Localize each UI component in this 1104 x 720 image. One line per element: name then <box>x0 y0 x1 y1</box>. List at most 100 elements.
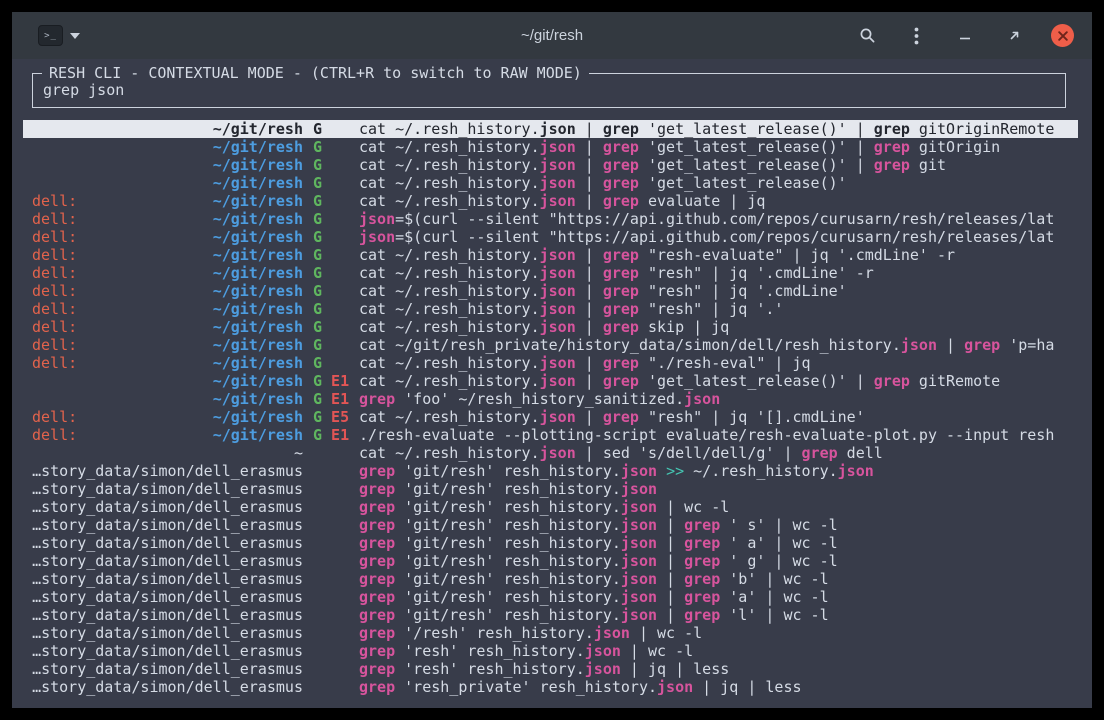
command-segment: gitRemote <box>910 372 1000 390</box>
command-segment: json <box>621 480 657 498</box>
restore-button[interactable] <box>1002 24 1026 48</box>
history-row[interactable]: dell:~/git/reshG E1./resh-evaluate --plo… <box>23 426 1078 444</box>
command-text: cat ~/git/resh_private/history_data/simo… <box>359 336 1078 354</box>
history-row[interactable]: …story_data/simon/dell_erasmusgrep 'resh… <box>23 660 1078 678</box>
history-row[interactable]: …story_data/simon/dell_erasmusgrep 'git/… <box>23 588 1078 606</box>
history-row[interactable]: …story_data/simon/dell_erasmusgrep 'git/… <box>23 498 1078 516</box>
flag-badge: G <box>313 354 322 372</box>
command-segment: ' a' | wc -l <box>720 534 837 552</box>
command-segment: json <box>540 354 576 372</box>
command-segment: | jq | less <box>621 660 729 678</box>
row-flags: G <box>303 210 359 228</box>
command-segment: 'git/resh' resh_history. <box>395 498 621 516</box>
command-segment: gitOrigin <box>910 138 1000 156</box>
row-flags <box>303 660 359 678</box>
history-row[interactable]: dell:~/git/reshGcat ~/.resh_history.json… <box>23 246 1078 264</box>
flag-badge: G <box>313 192 322 210</box>
command-text: grep 'git/resh' resh_history.json | grep… <box>359 516 1078 534</box>
command-segment: 'p=ha <box>1000 336 1054 354</box>
row-location: …story_data/simon/dell_erasmus <box>32 570 303 588</box>
row-flags <box>303 480 359 498</box>
command-text: cat ~/.resh_history.json | grep "resh" |… <box>359 408 1078 426</box>
history-row[interactable]: ~cat ~/.resh_history.json | sed 's/dell/… <box>23 444 1078 462</box>
directory-label: ~/git/resh <box>213 246 303 264</box>
command-segment: | <box>576 318 603 336</box>
command-text: grep '/resh' resh_history.json | wc -l <box>359 624 1078 642</box>
resh-search-box[interactable]: RESH CLI - CONTEXTUAL MODE - (CTRL+R to … <box>32 73 1066 108</box>
resh-mode-banner: RESH CLI - CONTEXTUAL MODE - (CTRL+R to … <box>42 64 589 82</box>
command-segment: | <box>576 372 603 390</box>
command-segment: grep <box>603 192 639 210</box>
host-label: dell: <box>32 300 77 318</box>
history-row[interactable]: dell:~/git/reshGjson=$(curl --silent "ht… <box>23 228 1078 246</box>
command-segment: grep <box>603 120 639 138</box>
directory-label: …story_data/simon/dell_erasmus <box>32 462 303 480</box>
history-row[interactable]: dell:~/git/reshGcat ~/.resh_history.json… <box>23 192 1078 210</box>
command-segment: json <box>359 228 395 246</box>
history-row[interactable]: ~/git/reshGcat ~/.resh_history.json | gr… <box>23 120 1078 138</box>
row-location: ~/git/resh <box>32 390 303 408</box>
history-row[interactable]: dell:~/git/reshGjson=$(curl --silent "ht… <box>23 210 1078 228</box>
history-row[interactable]: …story_data/simon/dell_erasmusgrep '/res… <box>23 624 1078 642</box>
menu-button[interactable] <box>904 24 928 48</box>
history-row[interactable]: ~/git/reshGcat ~/.resh_history.json | gr… <box>23 156 1078 174</box>
history-row[interactable]: …story_data/simon/dell_erasmusgrep 'git/… <box>23 516 1078 534</box>
command-segment: =$(curl --silent "https://api.github.com… <box>395 210 1054 228</box>
history-row[interactable]: …story_data/simon/dell_erasmusgrep 'git/… <box>23 552 1078 570</box>
close-button[interactable] <box>1051 24 1074 47</box>
history-row[interactable]: dell:~/git/reshGcat ~/.resh_history.json… <box>23 282 1078 300</box>
command-segment: =$(curl --silent "https://api.github.com… <box>395 228 1054 246</box>
titlebar: >_ ~/git/resh <box>12 12 1092 59</box>
command-segment: 'git/resh' resh_history. <box>395 588 621 606</box>
history-row[interactable]: ~/git/reshG E1cat ~/.resh_history.json |… <box>23 372 1078 390</box>
command-segment: 'git/resh' resh_history. <box>395 480 621 498</box>
row-flags <box>303 534 359 552</box>
history-row[interactable]: dell:~/git/reshGcat ~/.resh_history.json… <box>23 300 1078 318</box>
history-row[interactable]: …story_data/simon/dell_erasmusgrep 'resh… <box>23 642 1078 660</box>
command-segment: | wc -l <box>621 642 693 660</box>
search-icon <box>859 27 876 44</box>
search-button[interactable] <box>855 24 879 48</box>
command-segment: json <box>838 462 874 480</box>
history-row[interactable]: …story_data/simon/dell_erasmusgrep 'git/… <box>23 480 1078 498</box>
command-segment: grep <box>684 534 720 552</box>
command-segment: grep <box>359 390 395 408</box>
history-row[interactable]: …story_data/simon/dell_erasmusgrep 'git/… <box>23 570 1078 588</box>
command-segment: grep <box>359 552 395 570</box>
history-row[interactable]: …story_data/simon/dell_erasmusgrep 'resh… <box>23 678 1078 696</box>
command-segment: grep <box>964 336 1000 354</box>
history-row[interactable]: ~/git/reshGcat ~/.resh_history.json | gr… <box>23 138 1078 156</box>
flag-badge: G <box>313 282 322 300</box>
row-location: ~/git/resh <box>32 174 303 192</box>
row-flags: G <box>303 174 359 192</box>
terminal-window: >_ ~/git/resh <box>12 12 1092 708</box>
command-segment: grep <box>603 282 639 300</box>
new-terminal-button[interactable]: >_ <box>38 25 80 46</box>
row-flags: G <box>303 264 359 282</box>
history-row[interactable]: …story_data/simon/dell_erasmusgrep 'git/… <box>23 534 1078 552</box>
minimize-button[interactable] <box>953 24 977 48</box>
history-row[interactable]: dell:~/git/reshGcat ~/.resh_history.json… <box>23 354 1078 372</box>
command-segment: | <box>657 534 684 552</box>
terminal-icon: >_ <box>38 25 63 46</box>
history-row[interactable]: dell:~/git/reshGcat ~/git/resh_private/h… <box>23 336 1078 354</box>
row-location: dell:~/git/resh <box>32 336 303 354</box>
command-segment: json <box>540 174 576 192</box>
history-row[interactable]: ~/git/reshGcat ~/.resh_history.json | gr… <box>23 174 1078 192</box>
terminal-content: RESH CLI - CONTEXTUAL MODE - (CTRL+R to … <box>12 59 1092 708</box>
history-row[interactable]: …story_data/simon/dell_erasmusgrep 'git/… <box>23 606 1078 624</box>
command-text: grep 'resh' resh_history.json | wc -l <box>359 642 1078 660</box>
command-segment: grep <box>359 480 395 498</box>
command-segment: cat ~/.resh_history. <box>359 156 540 174</box>
command-text: grep 'resh' resh_history.json | jq | les… <box>359 660 1078 678</box>
history-row[interactable]: …story_data/simon/dell_erasmusgrep 'git/… <box>23 462 1078 480</box>
history-row[interactable]: dell:~/git/reshGcat ~/.resh_history.json… <box>23 264 1078 282</box>
row-location: dell:~/git/resh <box>32 408 303 426</box>
close-icon <box>1058 31 1068 41</box>
row-location: …story_data/simon/dell_erasmus <box>32 606 303 624</box>
history-row[interactable]: ~/git/reshG E1grep 'foo' ~/resh_history_… <box>23 390 1078 408</box>
command-segment: grep <box>359 516 395 534</box>
history-row[interactable]: dell:~/git/reshG E5cat ~/.resh_history.j… <box>23 408 1078 426</box>
host-label: dell: <box>32 228 77 246</box>
history-row[interactable]: dell:~/git/reshGcat ~/.resh_history.json… <box>23 318 1078 336</box>
